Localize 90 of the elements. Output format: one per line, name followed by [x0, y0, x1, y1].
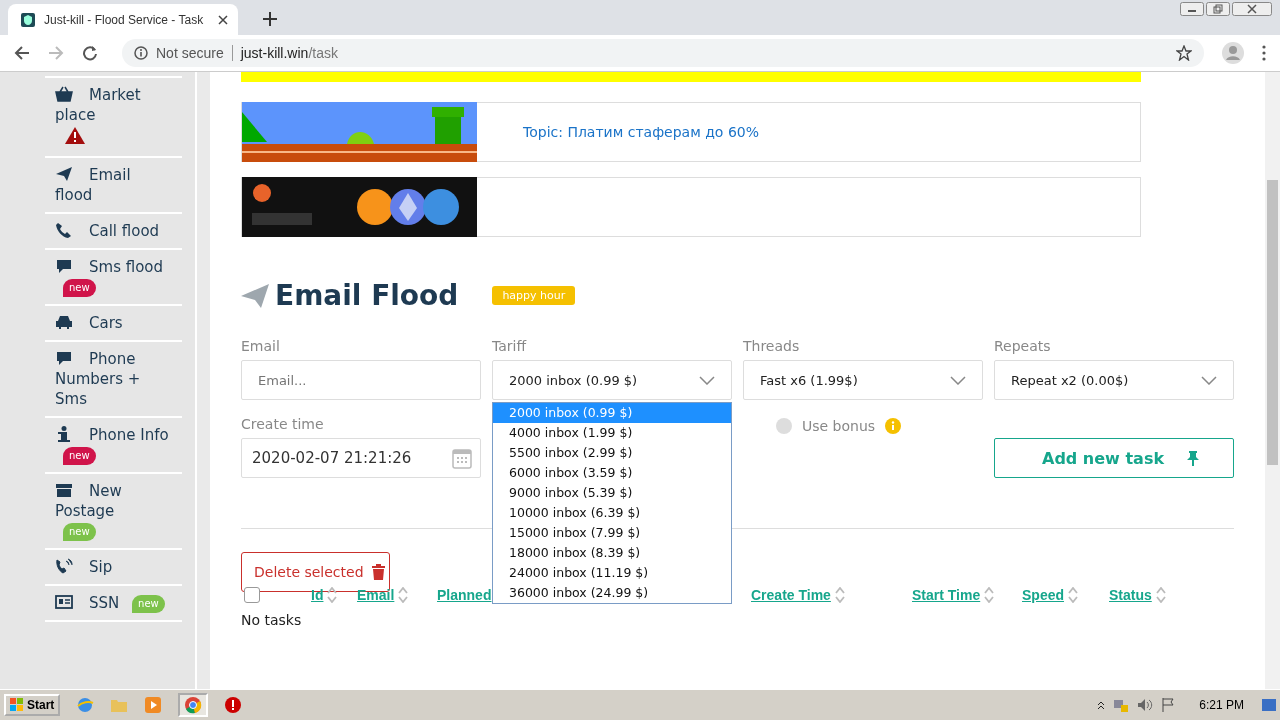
sidebar-item[interactable]: Email flood: [55, 165, 171, 205]
chevron-icon: [1201, 375, 1217, 385]
field-label: Email: [241, 338, 281, 354]
globe-icon[interactable]: [76, 696, 95, 714]
dropdown-option[interactable]: 18000 inbox (8.39 $): [493, 543, 731, 563]
dropdown-option[interactable]: 4000 inbox (1.99 $): [493, 423, 731, 443]
empty-message: No tasks: [241, 612, 302, 628]
new-badge: new: [63, 279, 96, 297]
repeats-select[interactable]: Repeat x2 (0.00$): [994, 360, 1234, 400]
clock: 6:21 PM: [1199, 698, 1244, 712]
sidebar-item[interactable]: Sip: [55, 557, 113, 577]
use-bonus-label: Use bonus: [802, 418, 876, 434]
sidebar-item[interactable]: New Postage: [55, 481, 171, 521]
shield-icon: [20, 11, 36, 28]
plane-icon: [55, 166, 73, 182]
threads-select[interactable]: Fast x6 (1.99$): [743, 360, 983, 400]
browser-tab[interactable]: Just-kill - Flood Service - Task: [8, 4, 238, 35]
chrome-icon: [184, 696, 203, 714]
use-bonus-radio[interactable]: [776, 418, 792, 434]
new-badge: new: [63, 523, 96, 541]
back-icon[interactable]: [14, 45, 30, 61]
stop-icon[interactable]: [224, 696, 243, 714]
tray-arrow-icon[interactable]: [1097, 700, 1106, 710]
speaker-icon[interactable]: [1137, 697, 1154, 713]
network-icon[interactable]: [1113, 697, 1130, 713]
card-icon: [55, 594, 73, 610]
new-badge: new: [132, 595, 165, 613]
flag-icon[interactable]: [1161, 697, 1176, 713]
basket-icon: [55, 86, 73, 102]
sidebar-item[interactable]: Market place: [55, 85, 171, 125]
dropdown-option[interactable]: 15000 inbox (7.99 $): [493, 523, 731, 543]
new-badge: new: [63, 447, 96, 465]
profile-icon[interactable]: [1222, 42, 1244, 64]
reload-icon[interactable]: [82, 45, 98, 61]
close-icon[interactable]: [218, 14, 228, 25]
sidebar-item[interactable]: Phone Info: [55, 425, 169, 445]
minimize-icon[interactable]: [1180, 2, 1204, 16]
scrollbar-thumb[interactable]: [1267, 180, 1278, 465]
select-all-checkbox[interactable]: [244, 587, 260, 603]
sidebar-item[interactable]: Sms flood: [55, 257, 164, 277]
dropdown-option[interactable]: 9000 inbox (5.39 $): [493, 483, 731, 503]
car-icon: [55, 314, 73, 330]
field-label: Threads: [743, 338, 801, 354]
new-tab-icon[interactable]: [263, 12, 277, 26]
chat-icon: [55, 350, 73, 366]
info-icon: [134, 46, 148, 60]
plane-icon: [241, 283, 269, 308]
url-text: just-kill.win/task: [240, 45, 339, 61]
close-window-icon[interactable]: [1232, 2, 1272, 16]
dropdown-option[interactable]: 10000 inbox (6.39 $): [493, 503, 731, 523]
sip-icon: [55, 558, 73, 574]
tariff-select[interactable]: 2000 inbox (0.99 $): [492, 360, 732, 400]
calendar-icon: [452, 447, 472, 469]
chat-icon: [55, 258, 73, 274]
archive-icon: [55, 482, 73, 498]
happy-hour-tag: happy hour: [492, 286, 576, 305]
sidebar-item[interactable]: Call flood: [55, 221, 160, 241]
info-icon: [55, 426, 73, 442]
field-label: Repeats: [994, 338, 1052, 354]
phone-icon: [55, 222, 73, 238]
email-field[interactable]: Email...: [241, 360, 481, 400]
tab-title: Just-kill - Flood Service - Task: [44, 12, 205, 27]
dropdown-option[interactable]: 5500 inbox (2.99 $): [493, 443, 731, 463]
chevron-icon: [699, 375, 715, 385]
chevron-icon: [950, 375, 966, 385]
sidebar-item[interactable]: Phone Numbers + Sms: [55, 349, 171, 409]
dropdown-option[interactable]: 6000 inbox (3.59 $): [493, 463, 731, 483]
sidebar-item[interactable]: Cars: [55, 313, 123, 333]
chrome-taskbar-button[interactable]: [178, 693, 209, 717]
trash-icon: [371, 564, 385, 580]
info-icon: [885, 418, 902, 434]
field-label: Tariff: [492, 338, 528, 354]
security-label: Not secure: [156, 45, 224, 61]
field-label: Create time: [241, 416, 325, 432]
page-title: Email Flood: [275, 279, 459, 312]
star-icon[interactable]: [1176, 45, 1192, 61]
address-bar[interactable]: Not secure just-kill.win/task: [122, 39, 1204, 67]
sidebar-item[interactable]: SSN: [55, 593, 120, 613]
media-player-icon[interactable]: [144, 696, 163, 714]
forward-icon[interactable]: [48, 45, 64, 61]
windows-logo-icon: [10, 698, 24, 712]
topic-link[interactable]: Topic: Платим стаферам до 60%: [523, 124, 759, 140]
sort-icon[interactable]: [327, 587, 338, 603]
create-time-field[interactable]: 2020-02-07 21:21:26: [241, 438, 481, 478]
dropdown-option[interactable]: 24000 inbox (11.19 $): [493, 563, 731, 583]
start-button[interactable]: Start: [4, 694, 61, 716]
pin-icon: [1187, 450, 1199, 466]
menu-icon[interactable]: [1262, 45, 1266, 61]
restore-icon[interactable]: [1206, 2, 1230, 16]
dropdown-option[interactable]: 36000 inbox (24.99 $): [493, 583, 731, 603]
